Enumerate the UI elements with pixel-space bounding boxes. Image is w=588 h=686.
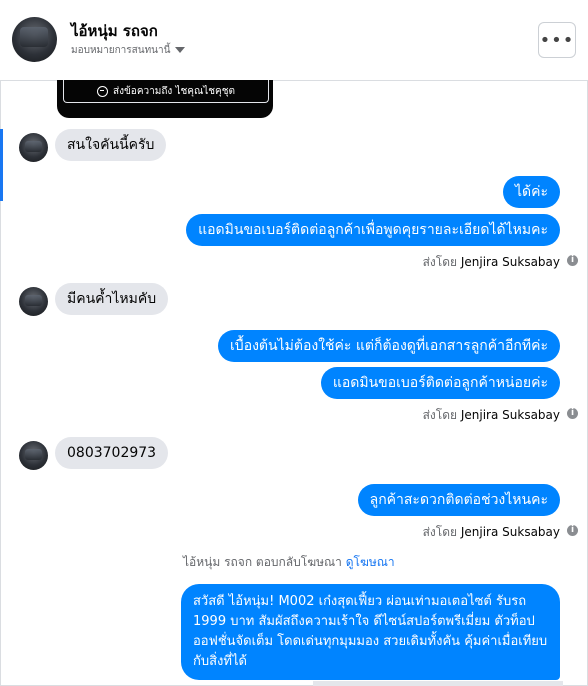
info-icon[interactable]: i [567, 525, 578, 536]
message-outgoing: แอดมินขอเบอร์ติดต่อลูกค้าเพื่อพูดคุยรายล… [186, 214, 560, 246]
more-options-button[interactable]: ••• [538, 22, 576, 58]
message-outgoing: เบื้องต้นไม่ต้องใช้ค่ะ แต่ก็ต้องดูที่เอก… [218, 330, 560, 362]
contact-avatar-small[interactable] [19, 133, 48, 162]
sent-by-prefix: ส่งโดย [422, 255, 458, 269]
contact-name[interactable]: ไอ้หนุ่ม รถจก [71, 19, 158, 43]
contact-avatar-small[interactable] [19, 287, 48, 316]
chat-header: ไอ้หนุ่ม รถจก มอบหมายการสนทนานี้ ••• [0, 0, 588, 81]
message-incoming: 0803702973 [55, 437, 169, 469]
info-icon[interactable]: i [567, 408, 578, 419]
contact-avatar[interactable] [12, 17, 57, 62]
message-outgoing: ลูกค้าสะดวกติดต่อช่วงไหนคะ [357, 484, 560, 516]
ad-reply-text: ไอ้หนุ่ม รถจก ตอบกลับโฆษณา [183, 555, 342, 569]
sender-name: Jenjira Suksabay [460, 525, 560, 539]
ad-reply-note: ไอ้หนุ่ม รถจก ตอบกลับโฆษณา ดูโฆษณา [183, 553, 395, 572]
sent-by-prefix: ส่งโดย [422, 408, 458, 422]
composer-edge [313, 681, 563, 686]
message-outgoing: แอดมินขอเบอร์ติดต่อลูกค้าหน่อยค่ะ [320, 367, 560, 399]
contact-avatar-small[interactable] [19, 441, 48, 470]
sent-by-prefix: ส่งโดย [422, 525, 458, 539]
ad-send-message-button[interactable]: ส่งข้อความถึง ไชคุณไชคุชุต [63, 80, 269, 103]
ad-button-label: ส่งข้อความถึง ไชคุณไชคุชุต [112, 85, 236, 97]
message-incoming: สนใจคันนี้ครับ [55, 129, 167, 161]
sent-by-label: ส่งโดย Jenjira Suksabay [423, 253, 560, 272]
view-ad-link[interactable]: ดูโฆษณา [346, 555, 395, 569]
auto-reply-message: สวัสดี ไอ้หนุ่ม! M002 เก๋งสุดเฟี้ยว ผ่อน… [181, 584, 560, 680]
sent-by-label: ส่งโดย Jenjira Suksabay [423, 406, 560, 425]
assign-label: มอบหมายการสนทนานี้ [71, 45, 171, 56]
message-incoming: มีคนค้ำไหมคับ [55, 283, 169, 315]
scroll-indicator [0, 129, 3, 201]
message-outgoing: ได้ค่ะ [502, 176, 560, 208]
sender-name: Jenjira Suksabay [460, 255, 560, 269]
messenger-icon [96, 85, 108, 97]
info-icon[interactable]: i [567, 255, 578, 266]
sent-by-label: ส่งโดย Jenjira Suksabay [423, 523, 560, 542]
sender-name: Jenjira Suksabay [460, 408, 560, 422]
caret-down-icon [175, 47, 186, 53]
assign-conversation-dropdown[interactable]: มอบหมายการสนทนานี้ [71, 43, 186, 58]
